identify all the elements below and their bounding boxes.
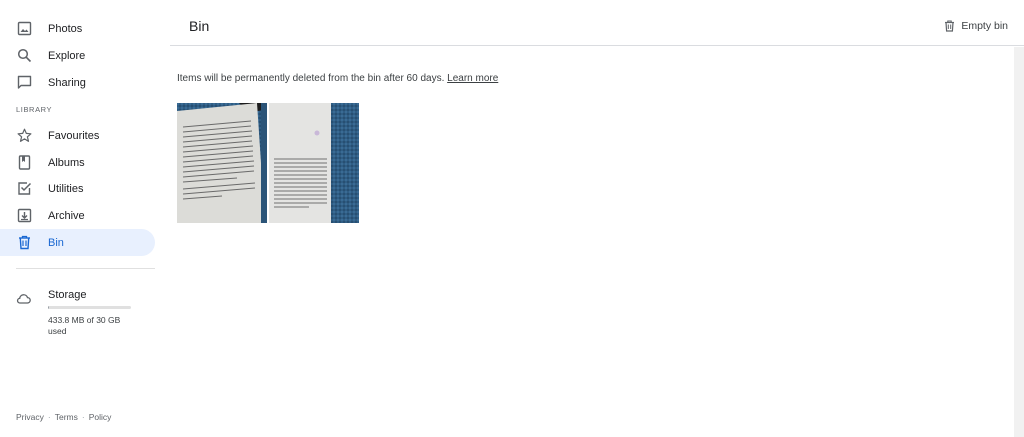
library-header: LIBRARY	[16, 105, 53, 114]
storage-progress-fill	[48, 306, 50, 309]
sidebar-item-label: Utilities	[48, 182, 84, 195]
empty-bin-label: Empty bin	[961, 20, 1008, 32]
sidebar-item-label: Bin	[48, 236, 64, 249]
search-icon	[16, 47, 33, 64]
star-icon	[16, 127, 33, 144]
bookmark-icon	[16, 154, 33, 171]
chat-icon	[16, 74, 33, 91]
bin-notice: Items will be permanently deleted from t…	[177, 73, 498, 84]
sidebar-item-albums[interactable]: Albums	[0, 149, 155, 176]
sidebar-item-sharing[interactable]: Sharing	[0, 69, 155, 96]
top-bar: Bin Empty bin	[170, 0, 1024, 46]
book-page-photo-1	[177, 103, 267, 223]
sidebar-item-favourites[interactable]: Favourites	[0, 122, 155, 149]
sidebar-item-label: Albums	[48, 156, 85, 169]
policy-link[interactable]: Policy	[89, 412, 112, 422]
sidebar-item-utilities[interactable]: Utilities	[0, 175, 155, 202]
privacy-link[interactable]: Privacy	[16, 412, 44, 422]
sidebar-item-label: Sharing	[48, 76, 86, 89]
book-page-photo-2	[269, 103, 359, 223]
cloud-icon	[16, 289, 33, 306]
archive-icon	[16, 207, 33, 224]
storage-detail: 433.8 MB of 30 GB used	[48, 315, 121, 336]
trash-icon	[16, 234, 33, 251]
sidebar: Photos Explore Sharing LIBRARY Favourite…	[0, 0, 170, 437]
sidebar-item-bin[interactable]: Bin	[0, 229, 155, 256]
sidebar-item-photos[interactable]: Photos	[0, 15, 155, 42]
storage-progress-bar	[48, 306, 131, 309]
sidebar-divider	[16, 268, 155, 269]
empty-bin-button[interactable]: Empty bin	[944, 20, 1008, 32]
sidebar-item-explore[interactable]: Explore	[0, 42, 155, 69]
footer-separator: ·	[81, 412, 85, 422]
scrollbar[interactable]	[1014, 47, 1024, 437]
footer-separator: ·	[47, 412, 51, 422]
photos-icon	[16, 20, 33, 37]
storage-section[interactable]: Storage 433.8 MB of 30 GB used	[0, 284, 155, 344]
sidebar-item-label: Favourites	[48, 129, 100, 142]
photo-thumbnail[interactable]	[269, 103, 359, 223]
sidebar-item-label: Archive	[48, 209, 85, 222]
check-box-icon	[16, 180, 33, 197]
photo-grid	[177, 103, 359, 223]
page-title: Bin	[189, 18, 210, 34]
terms-link[interactable]: Terms	[55, 412, 78, 422]
bin-notice-text: Items will be permanently deleted from t…	[177, 73, 445, 84]
photo-thumbnail[interactable]	[177, 103, 267, 223]
trash-icon	[944, 20, 955, 32]
sidebar-item-label: Photos	[48, 22, 83, 35]
sidebar-item-label: Explore	[48, 49, 86, 62]
sidebar-item-archive[interactable]: Archive	[0, 202, 155, 229]
learn-more-link[interactable]: Learn more	[447, 73, 498, 84]
footer-links: Privacy · Terms · Policy	[16, 412, 111, 422]
storage-title: Storage	[48, 289, 87, 301]
